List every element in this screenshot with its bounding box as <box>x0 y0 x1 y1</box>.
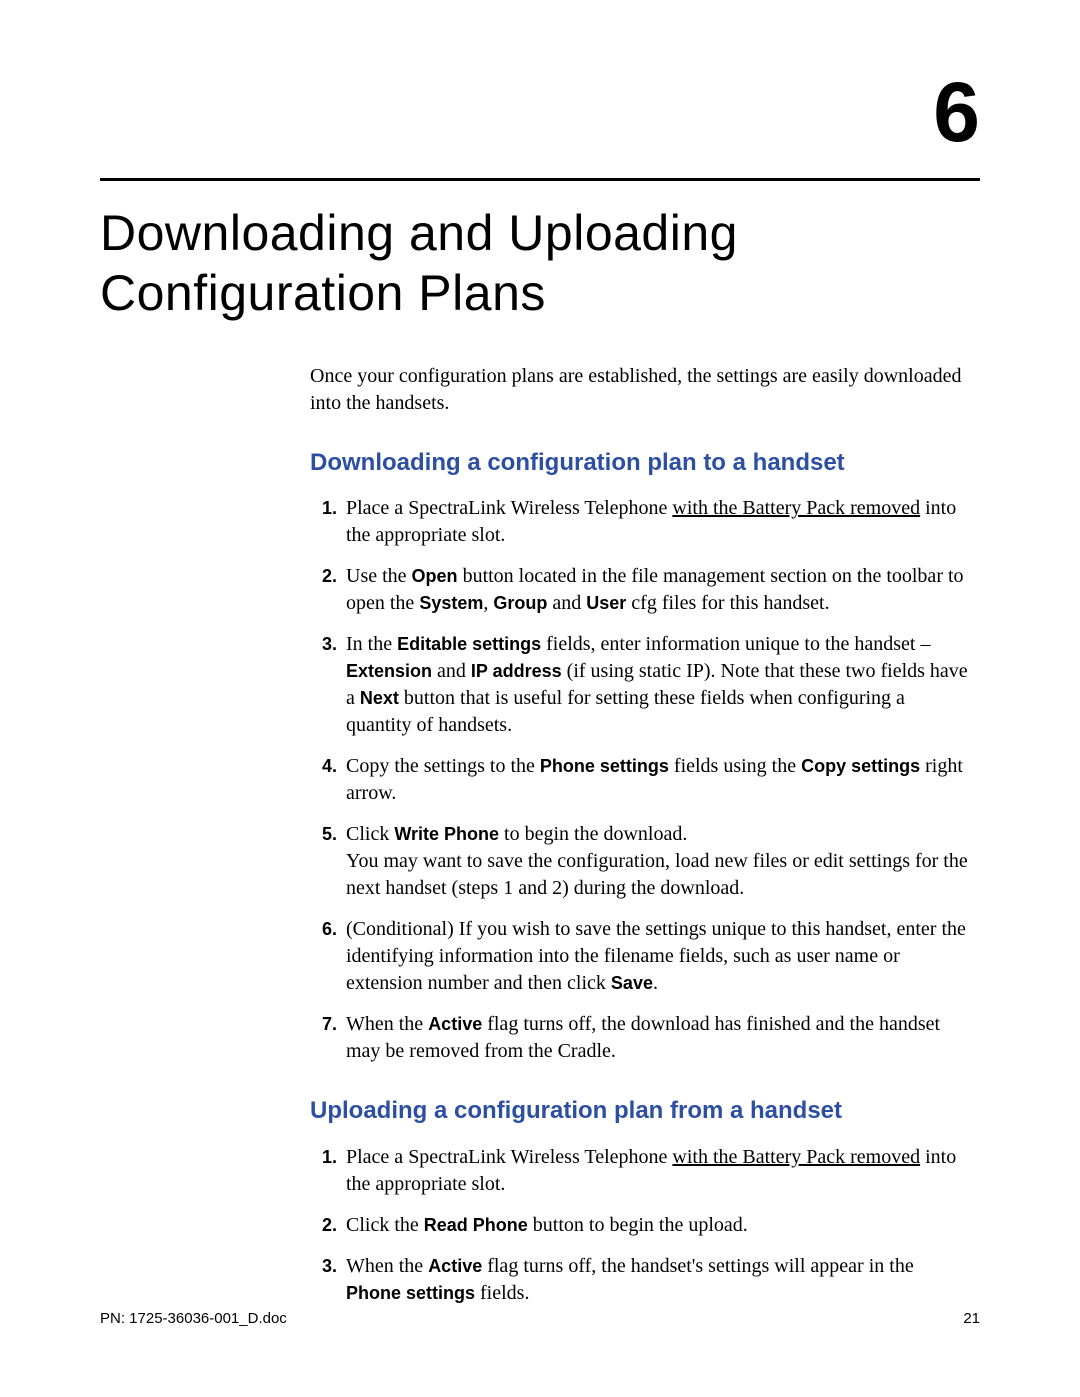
ui-ip-address-label: IP address <box>471 661 562 681</box>
upload-steps-list: Place a SpectraLink Wireless Telephone w… <box>310 1144 970 1307</box>
text: Place a SpectraLink Wireless Telephone <box>346 497 672 519</box>
download-steps-list: Place a SpectraLink Wireless Telephone w… <box>310 495 970 1065</box>
ui-user-label: User <box>586 593 626 613</box>
text: When the <box>346 1255 428 1277</box>
text: cfg files for this handset. <box>626 592 829 614</box>
download-step-1: Place a SpectraLink Wireless Telephone w… <box>342 495 970 549</box>
text: Place a SpectraLink Wireless Telephone <box>346 1146 672 1168</box>
ui-open-label: Open <box>412 566 458 586</box>
ui-extension-label: Extension <box>346 661 432 681</box>
text: . <box>653 972 658 994</box>
text: Use the <box>346 565 412 587</box>
ui-editable-settings-label: Editable settings <box>397 634 541 654</box>
text: button to begin the upload. <box>528 1214 748 1236</box>
ui-system-label: System <box>419 593 483 613</box>
ui-phone-settings-label: Phone settings <box>346 1283 475 1303</box>
upload-step-3: When the Active flag turns off, the hand… <box>342 1253 970 1307</box>
underlined-text: with the Battery Pack removed <box>672 1146 920 1168</box>
ui-active-label: Active <box>428 1014 482 1034</box>
text: to begin the download. <box>499 823 687 845</box>
upload-step-2: Click the Read Phone button to begin the… <box>342 1212 970 1239</box>
download-step-3: In the Editable settings fields, enter i… <box>342 631 970 739</box>
intro-paragraph: Once your configuration plans are establ… <box>310 363 970 417</box>
ui-read-phone-label: Read Phone <box>424 1215 528 1235</box>
text: and <box>547 592 586 614</box>
ui-next-label: Next <box>360 688 399 708</box>
text: In the <box>346 633 397 655</box>
section-heading-upload: Uploading a configuration plan from a ha… <box>310 1095 970 1127</box>
text: You may want to save the configuration, … <box>346 850 968 899</box>
download-step-2: Use the Open button located in the file … <box>342 563 970 617</box>
download-step-7: When the Active flag turns off, the down… <box>342 1011 970 1065</box>
text: When the <box>346 1013 428 1035</box>
text: fields, enter information unique to the … <box>541 633 930 655</box>
ui-copy-settings-label: Copy settings <box>801 756 920 776</box>
text: Copy the settings to the <box>346 755 540 777</box>
ui-write-phone-label: Write Phone <box>394 824 499 844</box>
text: , <box>483 592 493 614</box>
ui-phone-settings-label: Phone settings <box>540 756 669 776</box>
upload-step-1: Place a SpectraLink Wireless Telephone w… <box>342 1144 970 1198</box>
text: flag turns off, the handset's settings w… <box>482 1255 913 1277</box>
chapter-title: Downloading and Uploading Configuration … <box>100 203 980 323</box>
underlined-text: with the Battery Pack removed <box>672 497 920 519</box>
ui-active-label: Active <box>428 1256 482 1276</box>
chapter-number: 6 <box>100 70 980 154</box>
footer-page-number: 21 <box>963 1310 980 1327</box>
document-page: 6 Downloading and Uploading Configuratio… <box>0 0 1080 1397</box>
section-heading-download: Downloading a configuration plan to a ha… <box>310 447 970 479</box>
text: Click the <box>346 1214 424 1236</box>
download-step-5: Click Write Phone to begin the download.… <box>342 821 970 902</box>
page-footer: PN: 1725-36036-001_D.doc 21 <box>100 1310 980 1327</box>
ui-save-label: Save <box>611 973 653 993</box>
horizontal-rule <box>100 178 980 181</box>
body-column: Once your configuration plans are establ… <box>310 363 970 1307</box>
text: and <box>432 660 471 682</box>
text: fields using the <box>669 755 801 777</box>
text: fields. <box>475 1282 529 1304</box>
text: button that is useful for setting these … <box>346 687 905 736</box>
download-step-4: Copy the settings to the Phone settings … <box>342 753 970 807</box>
text: Click <box>346 823 394 845</box>
download-step-6: (Conditional) If you wish to save the se… <box>342 916 970 997</box>
footer-part-number: PN: 1725-36036-001_D.doc <box>100 1310 287 1327</box>
ui-group-label: Group <box>493 593 547 613</box>
